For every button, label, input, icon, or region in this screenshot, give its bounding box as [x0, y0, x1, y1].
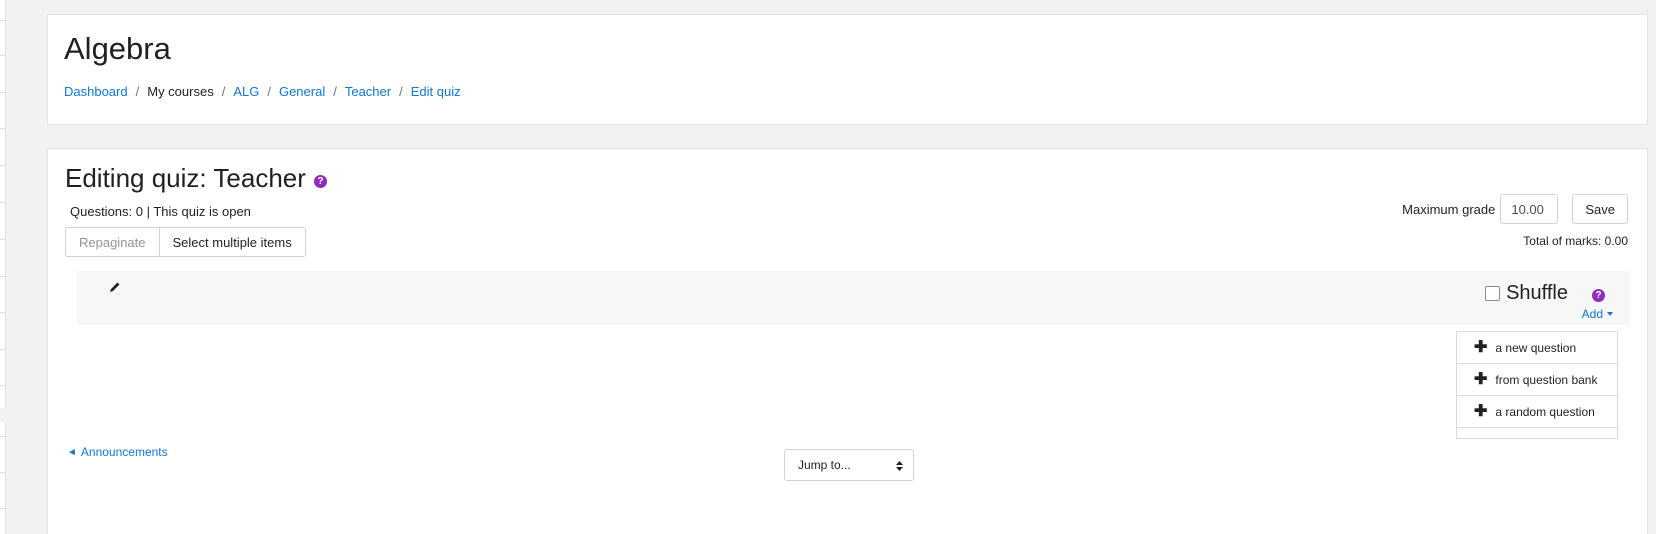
quiz-title-text: Editing quiz: Teacher	[65, 163, 306, 193]
jump-to-value: Jump to...	[798, 458, 851, 472]
select-arrows-icon	[896, 461, 903, 471]
shuffle-checkbox[interactable]	[1485, 286, 1501, 301]
maximum-grade-input[interactable]	[1500, 194, 1559, 224]
caret-down-icon	[1607, 312, 1613, 316]
menu-item-random-question[interactable]: ✚ a random question	[1457, 396, 1617, 428]
breadcrumb-my-courses: My courses	[147, 84, 214, 99]
breadcrumb-teacher[interactable]: Teacher	[345, 84, 391, 99]
plus-icon: ✚	[1474, 370, 1488, 388]
breadcrumb-separator: /	[333, 84, 337, 99]
breadcrumb: Dashboard / My courses / ALG / General /…	[64, 84, 461, 99]
jump-to-select[interactable]: Jump to...	[784, 449, 914, 481]
save-button[interactable]: Save	[1572, 194, 1628, 224]
previous-activity-label: Announcements	[80, 445, 168, 459]
main-content: Editing quiz: Teacher ? Questions: 0 | T…	[47, 148, 1648, 534]
breadcrumb-separator: /	[399, 84, 403, 99]
breadcrumb-dashboard[interactable]: Dashboard	[64, 84, 128, 99]
menu-item-label: a random question	[1495, 404, 1595, 419]
help-icon[interactable]: ?	[313, 175, 327, 188]
menu-item-new-question[interactable]: ✚ a new question	[1457, 332, 1617, 364]
help-icon[interactable]: ?	[1592, 289, 1605, 302]
maximum-grade-label: Maximum grade	[1402, 201, 1496, 217]
total-marks: Total of marks: 0.00	[1523, 234, 1628, 248]
repaginate-button[interactable]: Repaginate	[65, 227, 160, 257]
pencil-icon[interactable]	[109, 281, 121, 293]
page-title: Algebra	[64, 31, 171, 66]
shuffle-control: Shuffle	[1485, 282, 1568, 305]
add-menu-toggle[interactable]: Add	[1582, 307, 1613, 321]
left-arrow-icon: ◄	[67, 446, 77, 458]
shuffle-label: Shuffle	[1506, 282, 1568, 304]
add-dropdown-menu: ✚ a new question ✚ from question bank ✚ …	[1456, 331, 1618, 439]
menu-item-label: from question bank	[1495, 372, 1598, 387]
left-drawer-gap	[0, 408, 7, 422]
breadcrumb-edit-quiz[interactable]: Edit quiz	[411, 84, 461, 99]
plus-icon: ✚	[1474, 338, 1488, 356]
maximum-grade-form: Maximum grade Save	[1402, 194, 1628, 224]
left-drawer-strip	[0, 0, 6, 534]
breadcrumb-separator: /	[135, 84, 140, 99]
select-multiple-items-button[interactable]: Select multiple items	[159, 227, 306, 257]
quiz-section: Shuffle ? Add	[77, 271, 1630, 325]
add-label: Add	[1581, 307, 1603, 321]
previous-activity-link[interactable]: ◄ Announcements	[67, 445, 168, 459]
quiz-title: Editing quiz: Teacher ?	[65, 163, 327, 194]
breadcrumb-general[interactable]: General	[279, 84, 325, 99]
breadcrumb-alg[interactable]: ALG	[233, 84, 259, 99]
menu-item-question-bank[interactable]: ✚ from question bank	[1457, 364, 1617, 396]
page-header: Algebra Dashboard / My courses / ALG / G…	[47, 14, 1648, 125]
quiz-status: Questions: 0 | This quiz is open	[70, 204, 251, 219]
breadcrumb-separator: /	[267, 84, 271, 99]
menu-item-label: a new question	[1495, 340, 1577, 355]
edit-button-group: Repaginate Select multiple items	[65, 227, 306, 257]
plus-icon: ✚	[1474, 402, 1488, 420]
breadcrumb-separator: /	[221, 84, 226, 99]
